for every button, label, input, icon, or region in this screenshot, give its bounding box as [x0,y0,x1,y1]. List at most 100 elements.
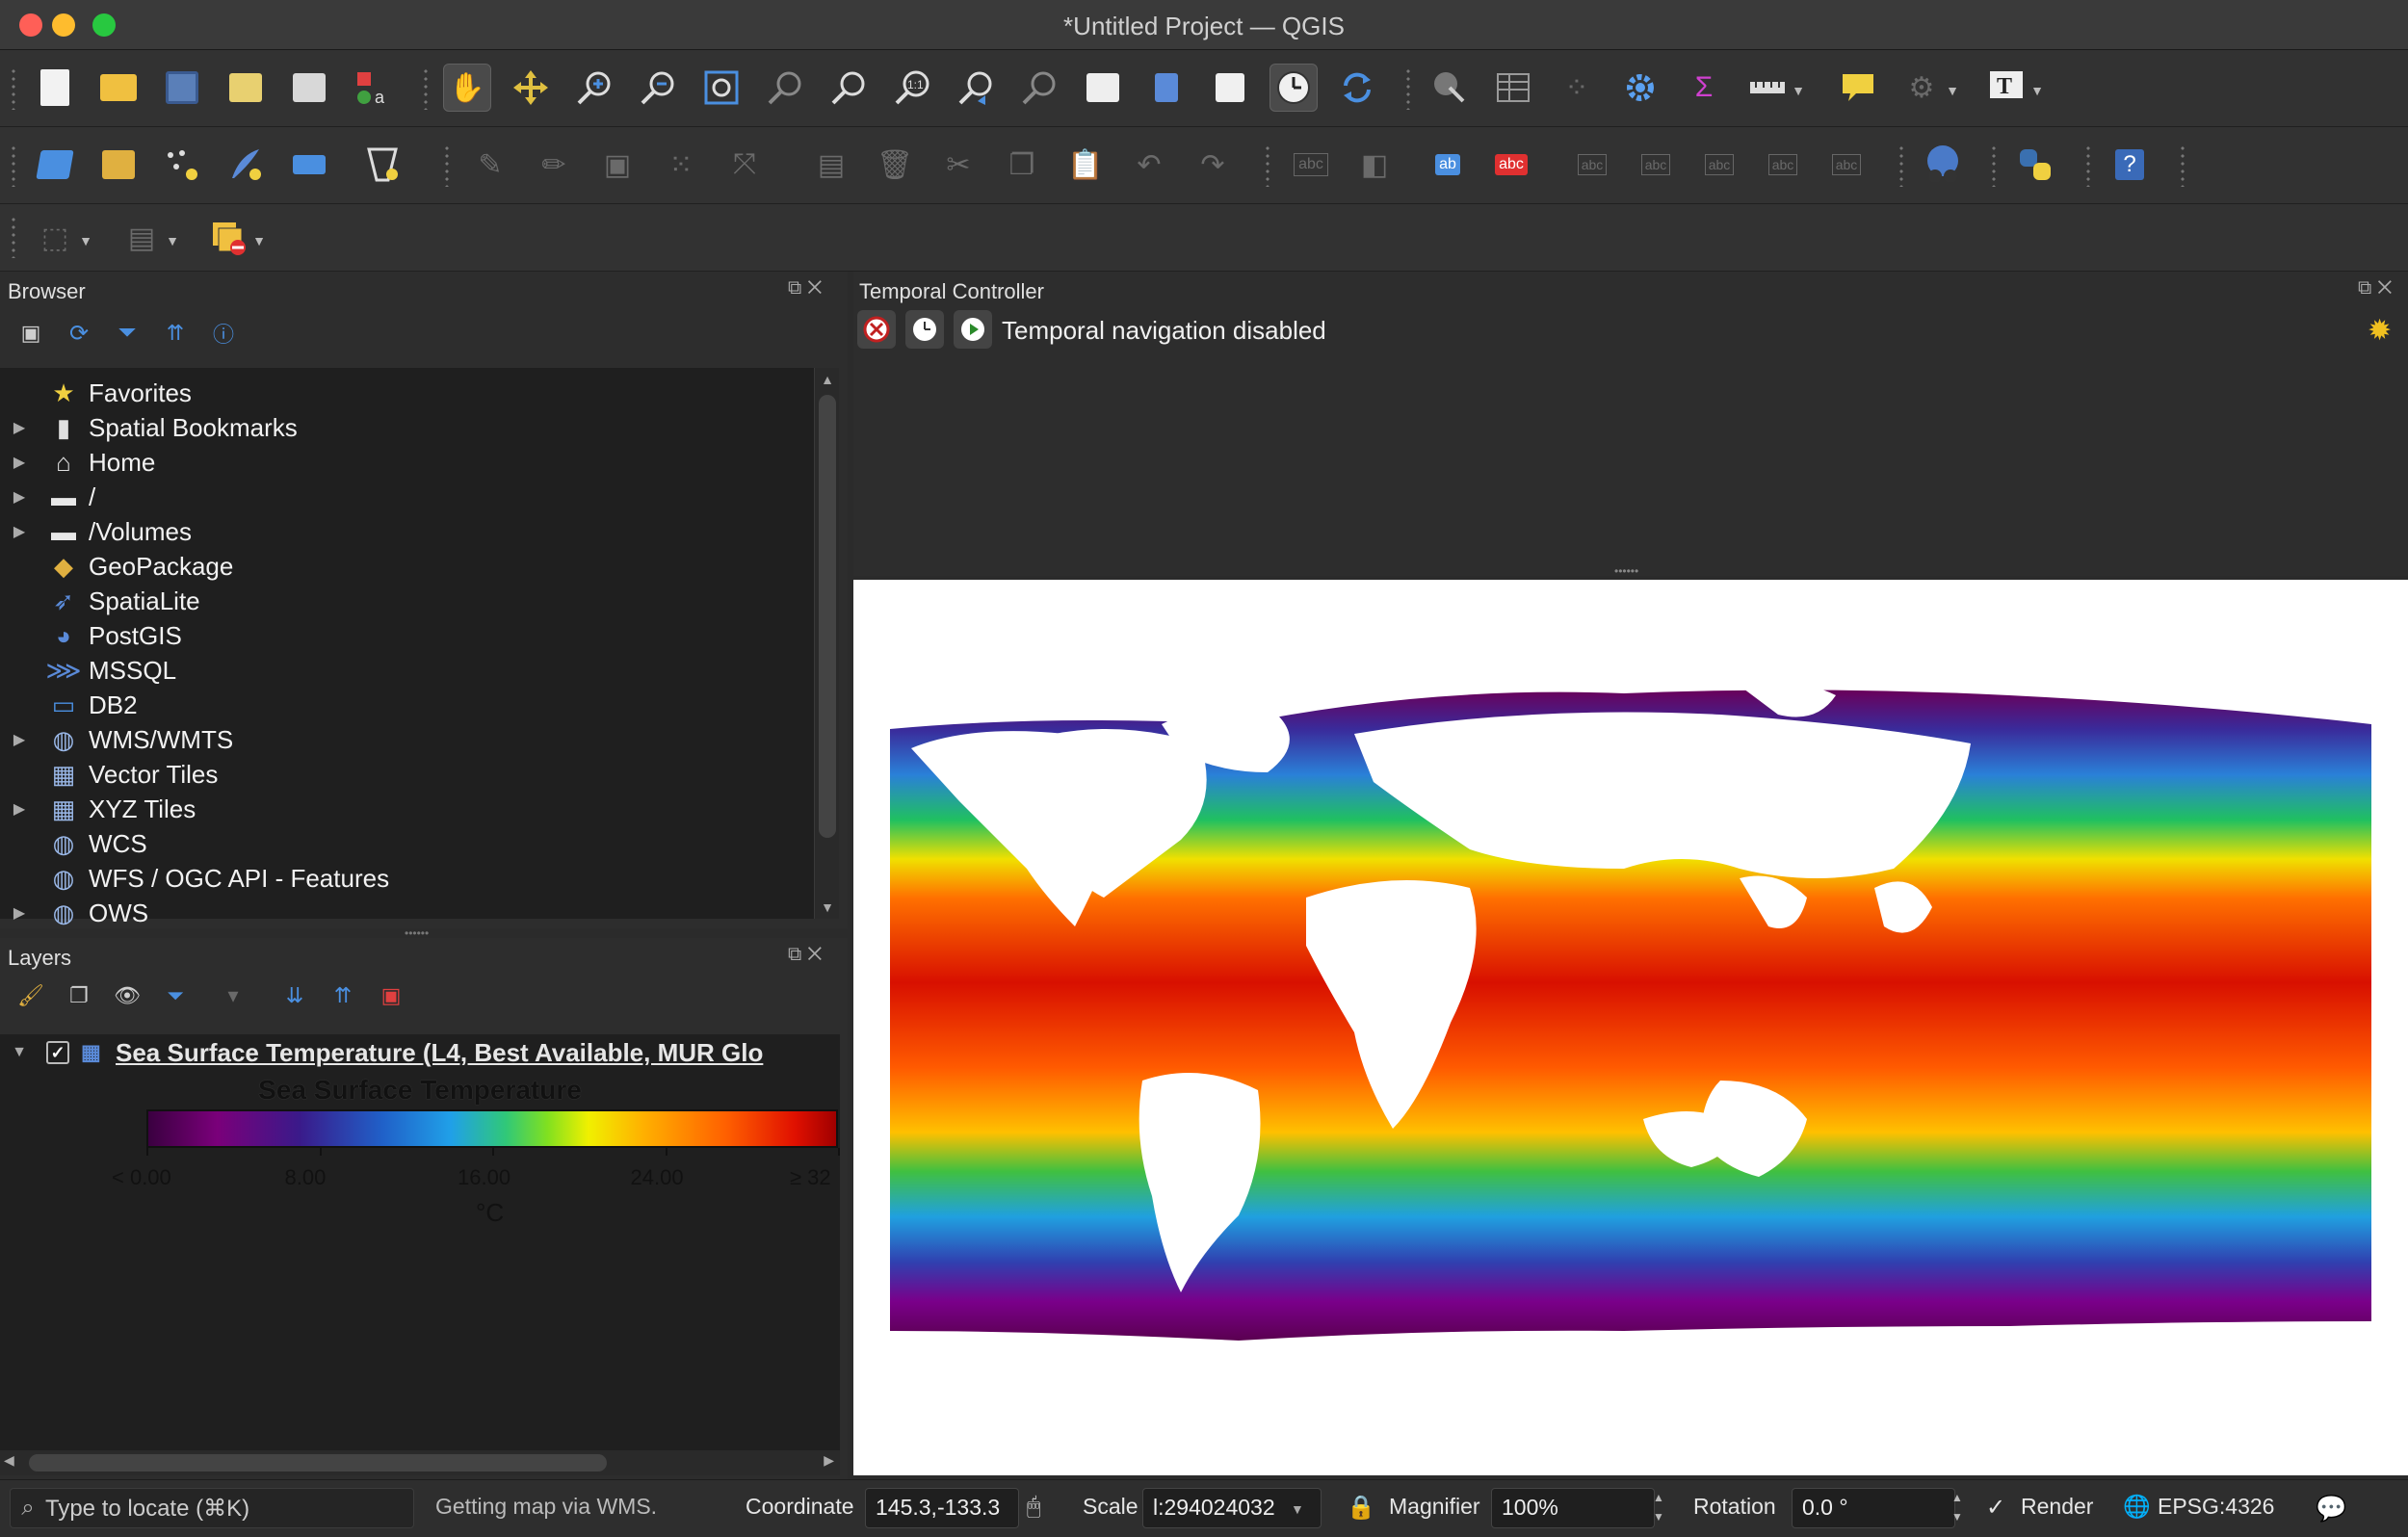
map-canvas[interactable] [853,580,2408,1475]
metasearch-globe-binoculars-icon[interactable] [1919,141,1967,189]
filter-browser-icon[interactable]: ⏷ [108,314,146,352]
move-label-icon[interactable]: abc [1695,141,1743,189]
zoom-native-resolution-icon[interactable]: 1:1 [888,64,936,112]
browser-vertical-scrollbar[interactable]: ▲ ▼ [814,368,839,919]
refresh-browser-icon[interactable]: ⟳ [60,314,98,352]
layer-labeling-options-icon[interactable]: ab [1424,141,1472,189]
zoom-next-icon[interactable] [1015,64,1063,112]
disable-temporal-navigation-button[interactable] [857,310,896,349]
copy-features-icon[interactable]: ❐ [998,141,1046,189]
browser-item[interactable]: ▶ ◍ OWS [0,896,814,930]
statistical-summary-grid-icon[interactable]: ⁘ [1553,64,1601,112]
data-source-manager-icon[interactable] [31,141,79,189]
processing-toolbox-gear-icon[interactable] [1616,64,1664,112]
locator-search[interactable]: ⌕ Type to locate (⌘K) [10,1488,414,1528]
new-map-view-icon[interactable] [1079,64,1127,112]
open-attribute-table-icon[interactable] [1489,64,1537,112]
measure-line-icon[interactable]: ▼ [1743,64,1805,112]
magnifier-spinner[interactable]: ▲ ▼ [1649,1488,1668,1528]
browser-item[interactable]: ▦ Vector Tiles [0,757,814,792]
open-project-icon[interactable] [94,64,143,112]
add-selected-layers-icon[interactable]: ▣ [12,314,50,352]
add-group-icon[interactable]: ❐ [60,977,98,1015]
toolbar-grip[interactable] [1898,144,1905,187]
browser-item[interactable]: ▶ ▬ /Volumes [0,514,814,549]
browser-item[interactable]: ▭ DB2 [0,688,814,722]
rotate-label-icon[interactable]: abc [1759,141,1807,189]
scale-dropdown-chevron-icon[interactable]: ▼ [1291,1501,1304,1517]
new-project-icon[interactable] [31,64,79,112]
toolbar-grip[interactable] [10,144,17,187]
decorations-gear-icon[interactable]: ⚙ ▼ [1898,64,1959,112]
rotation-spinner[interactable]: ▲ ▼ [1948,1488,1967,1528]
label-diagram-icon[interactable]: ◧ [1350,141,1399,189]
zoom-last-icon[interactable] [952,64,1000,112]
toolbar-grip[interactable] [1404,67,1412,110]
browser-item[interactable]: ⋙ MSSQL [0,653,814,688]
toolbar-grip[interactable] [10,67,17,110]
expand-all-icon[interactable]: ⇊ [275,977,314,1015]
expand-arrow-icon[interactable]: ▶ [0,903,39,923]
collapse-all-icon[interactable]: ⇈ [156,314,195,352]
new-spatialite-layer-icon[interactable] [222,141,270,189]
zoom-in-icon[interactable] [570,64,618,112]
toolbar-grip[interactable] [1264,144,1271,187]
toolbar-grip[interactable] [2084,144,2092,187]
toolbar-grip[interactable] [422,67,430,110]
zoom-to-selection-icon[interactable] [761,64,809,112]
refresh-icon[interactable] [1333,64,1381,112]
properties-info-icon[interactable]: ⓘ [204,314,243,352]
expand-arrow-icon[interactable]: ▶ [0,522,39,541]
crs-button[interactable]: EPSG:4326 [2158,1494,2274,1520]
highlight-pinned-labels-icon[interactable]: abc [1487,141,1535,189]
temporal-settings-gear-icon[interactable]: ✹ [2368,314,2392,348]
toolbar-grip[interactable] [10,216,17,258]
toolbar-grip[interactable] [1990,144,1998,187]
show-hide-labels-icon[interactable]: abc [1632,141,1680,189]
filter-by-expression-icon[interactable]: ▾ [214,977,252,1015]
browser-item[interactable]: ▶ ⌂ Home [0,445,814,480]
new-3d-map-view-icon[interactable] [1142,64,1191,112]
new-print-layout-icon[interactable] [222,64,270,112]
browser-item[interactable]: ▶ ◍ WMS/WMTS [0,722,814,757]
collapse-all-layers-icon[interactable]: ⇈ [324,977,362,1015]
browser-item[interactable]: ▶ ▦ XYZ Tiles [0,792,814,826]
new-shapefile-layer-icon[interactable] [158,141,206,189]
toggle-editing-icon[interactable]: ✏ [530,141,578,189]
expand-arrow-icon[interactable]: ▶ [0,799,39,819]
temporal-controller-icon[interactable] [1269,64,1318,112]
layers-panel-float-close-buttons[interactable]: ⧉✕ [788,944,828,966]
pan-to-selection-icon[interactable] [507,64,555,112]
vertex-tool-icon[interactable]: ⤧ [720,141,769,189]
label-abc-icon[interactable]: abc [1287,141,1335,189]
temporal-panel-float-close-buttons[interactable]: ⧉✕ [2358,277,2398,300]
browser-item[interactable]: ➶ SpatiaLite [0,584,814,618]
toggle-extents-mouse-icon[interactable]: 🖱 [1027,1494,1040,1521]
lock-scale-icon[interactable]: 🔒 [1347,1494,1375,1522]
python-console-icon[interactable] [2011,141,2059,189]
modify-attributes-icon[interactable]: ▤ [807,141,855,189]
expand-arrow-icon[interactable]: ▶ [0,453,39,472]
browser-item[interactable]: ◍ WFS / OGC API - Features [0,861,814,896]
fixed-range-temporal-button[interactable] [905,310,944,349]
help-contents-icon[interactable]: ? [2106,141,2154,189]
animated-temporal-navigation-button[interactable] [954,310,992,349]
statistical-summary-sigma-icon[interactable]: Σ [1680,64,1728,112]
toolbar-grip[interactable] [2179,144,2186,187]
new-bookmark-icon[interactable] [1206,64,1254,112]
manage-map-themes-eye-icon[interactable]: 👁 [108,977,146,1015]
add-point-feature-icon[interactable]: ⁙ [657,141,705,189]
undo-icon[interactable]: ↶ [1125,141,1173,189]
browser-item[interactable]: ▶ ▬ / [0,480,814,514]
browser-panel-float-close-buttons[interactable]: ⧉✕ [788,277,828,300]
change-label-icon[interactable]: abc [1822,141,1871,189]
zoom-to-layer-icon[interactable] [824,64,873,112]
render-checkbox[interactable]: ✓ [1986,1494,2005,1522]
toolbar-grip[interactable] [443,144,451,187]
layers-horizontal-scrollbar[interactable]: ◀ ▶ [0,1450,840,1475]
browser-item[interactable]: ◍ WCS [0,826,814,861]
style-manager-icon[interactable]: a [349,64,397,112]
layer-row-sea-surface-temperature[interactable]: ▼ ✓ ▦ Sea Surface Temperature (L4, Best … [0,1034,840,1071]
current-edits-icon[interactable]: ✎ [466,141,514,189]
save-layer-edits-icon[interactable]: ▣ [593,141,641,189]
